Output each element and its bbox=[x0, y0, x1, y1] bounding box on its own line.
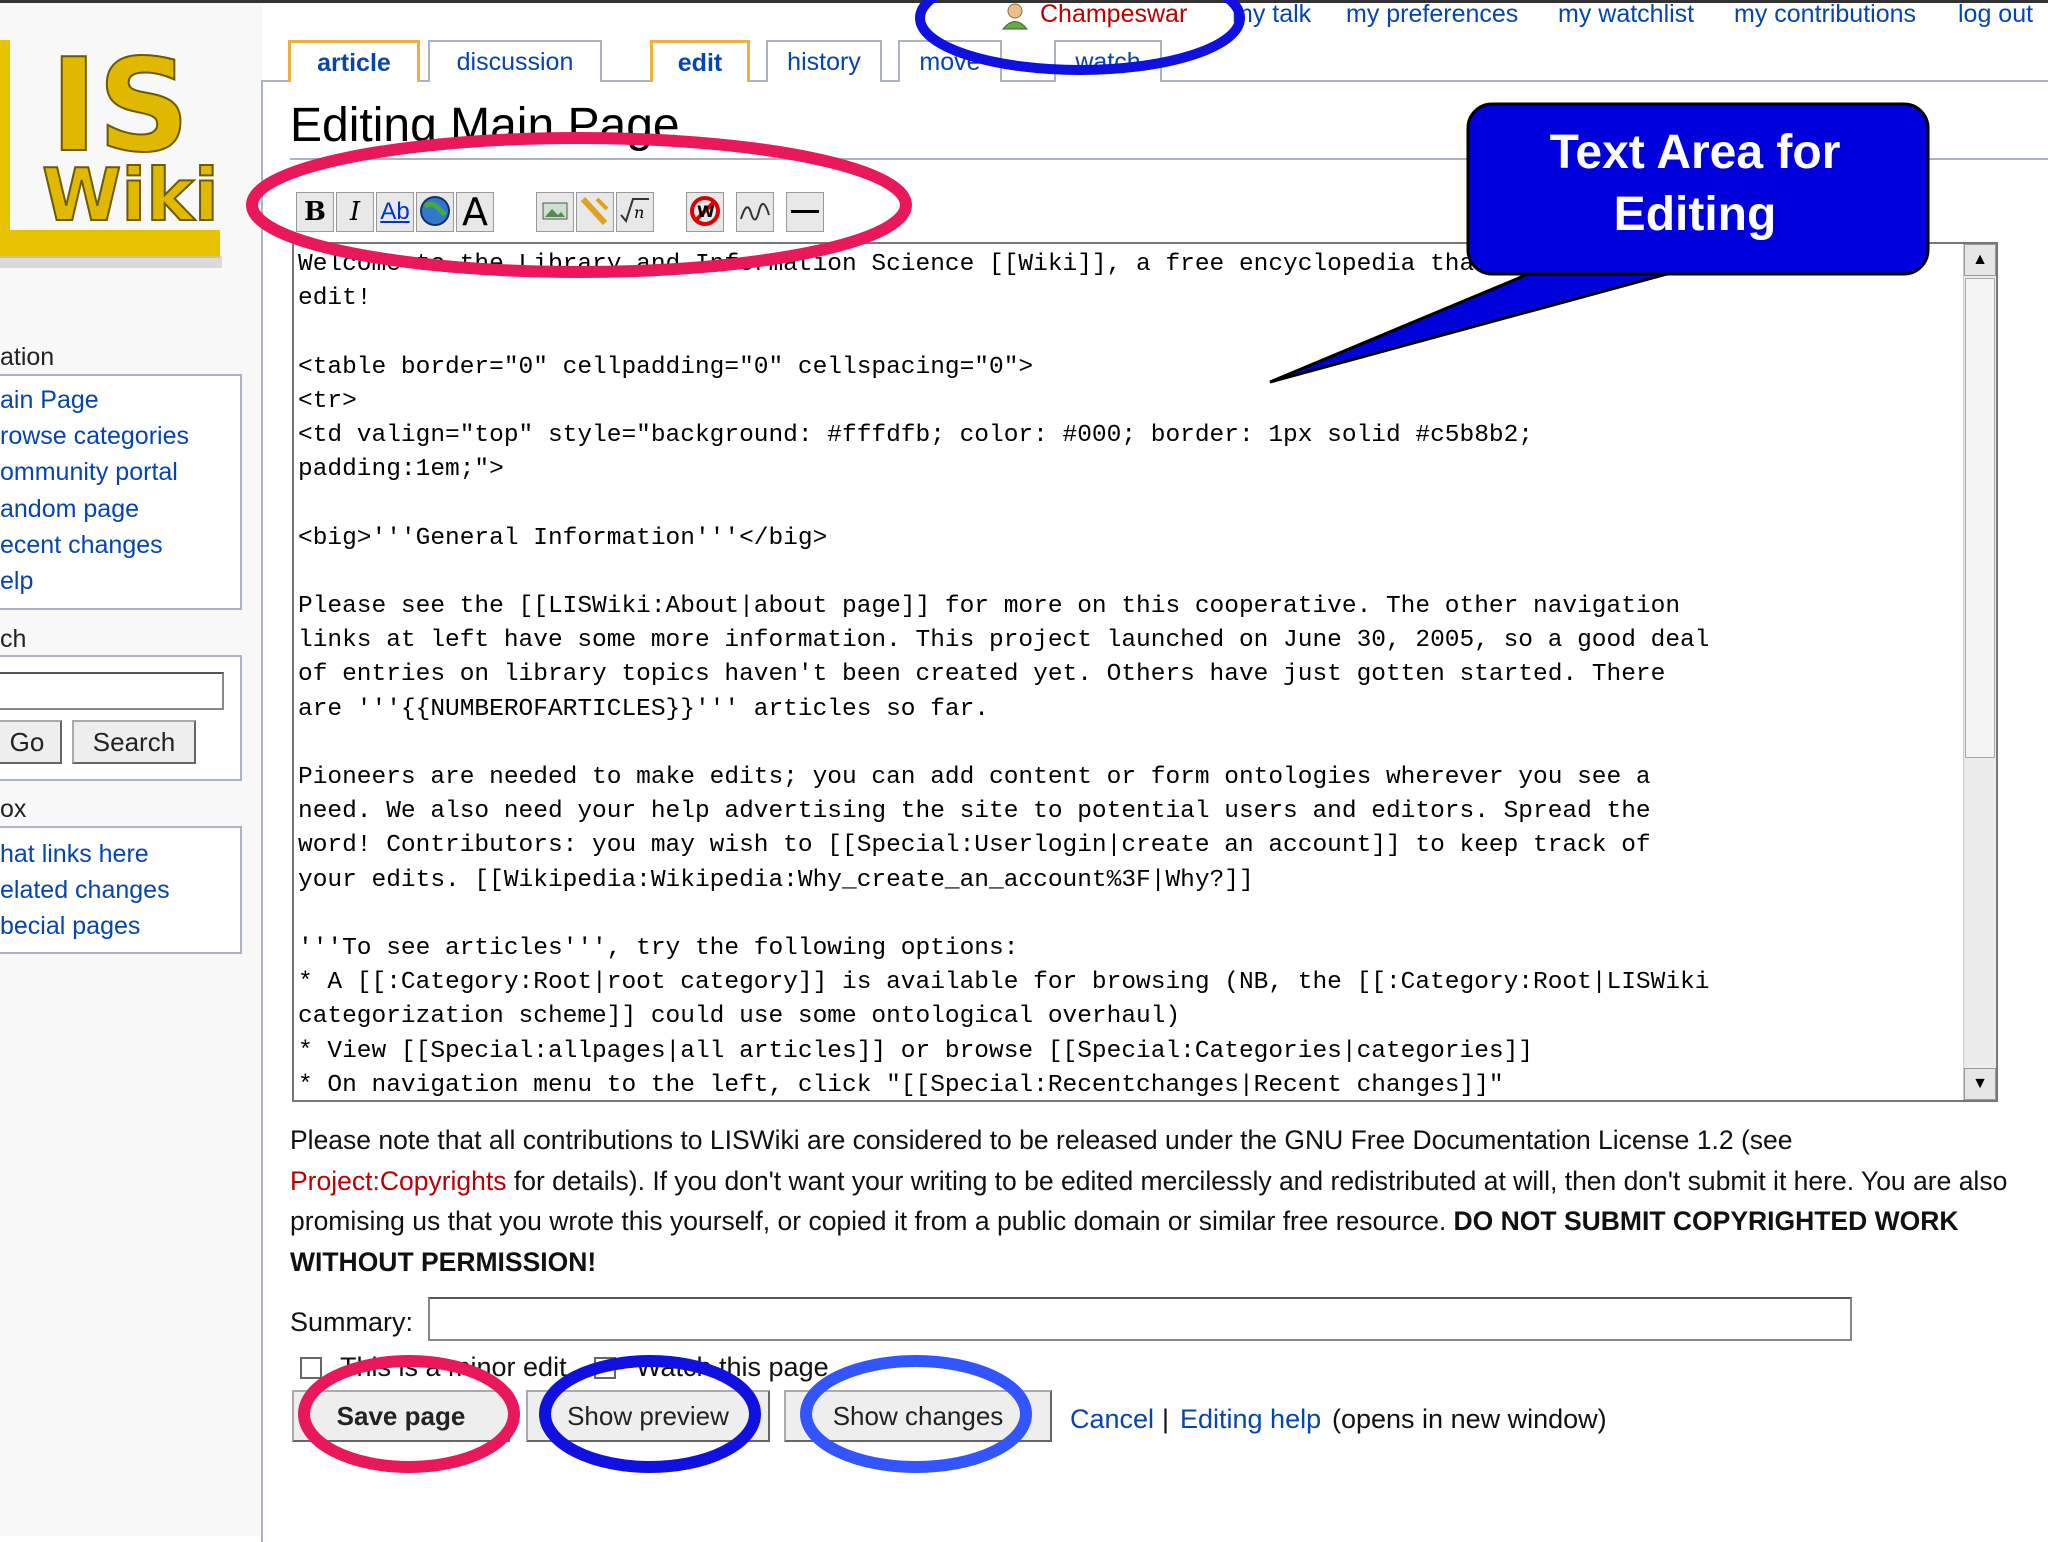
nav-random-page[interactable]: andom page bbox=[0, 495, 139, 524]
page-title: Editing Main Page bbox=[290, 99, 680, 152]
tab-history[interactable]: history bbox=[766, 40, 882, 82]
svg-text:n: n bbox=[634, 203, 644, 222]
show-preview-button[interactable]: Show preview bbox=[526, 1390, 770, 1442]
cancel-link[interactable]: Cancel bbox=[1070, 1404, 1154, 1435]
math-icon: n bbox=[620, 198, 649, 224]
scroll-down-arrow-icon[interactable]: ▼ bbox=[1964, 1068, 1996, 1100]
show-changes-button[interactable]: Show changes bbox=[784, 1390, 1052, 1442]
site-logo[interactable]: IS Wiki bbox=[0, 30, 230, 285]
tab-edit[interactable]: edit bbox=[650, 40, 750, 82]
notice-text-1: Please note that all contributions to LI… bbox=[290, 1125, 1793, 1155]
logo-graphic: IS Wiki bbox=[0, 31, 222, 268]
nav-recent-changes[interactable]: ecent changes bbox=[0, 531, 163, 560]
horizontal-line-button[interactable] bbox=[786, 192, 824, 232]
user-link-username[interactable]: Champeswar bbox=[1040, 0, 1187, 29]
toolbox-heading: ox bbox=[0, 795, 27, 823]
search-heading: ch bbox=[0, 625, 27, 653]
watch-page-checkbox[interactable] bbox=[594, 1357, 616, 1379]
search-button[interactable]: Search bbox=[72, 720, 196, 764]
nav-community-portal[interactable]: ommunity portal bbox=[0, 458, 178, 487]
summary-label: Summary: bbox=[290, 1307, 414, 1337]
user-link-contributions[interactable]: my contributions bbox=[1734, 0, 1916, 29]
watch-page-label: Watch this page bbox=[636, 1352, 829, 1382]
callout-text: Text Area for Editing bbox=[1549, 126, 1841, 241]
bold-button[interactable]: B bbox=[296, 192, 334, 232]
logo-text-wiki: Wiki bbox=[42, 153, 219, 237]
editing-help-note: (opens in new window) bbox=[1332, 1404, 1607, 1434]
globe-icon bbox=[420, 196, 450, 226]
image-button[interactable] bbox=[536, 192, 574, 232]
edit-textarea-content[interactable]: Welcome to the Library and Information S… bbox=[298, 248, 1962, 1100]
nowiki-button[interactable]: W bbox=[686, 192, 724, 232]
media-button[interactable] bbox=[576, 192, 614, 232]
copyright-notice: Please note that all contributions to LI… bbox=[290, 1120, 2010, 1282]
user-link-watchlist[interactable]: my watchlist bbox=[1558, 0, 1694, 29]
editing-help-link[interactable]: Editing help bbox=[1180, 1404, 1321, 1435]
user-link-preferences[interactable]: my preferences bbox=[1346, 0, 1518, 29]
scrollbar-thumb[interactable] bbox=[1965, 278, 1995, 758]
link-separator: | bbox=[1162, 1404, 1170, 1434]
signature-button[interactable] bbox=[736, 192, 774, 232]
horizontal-line-icon bbox=[791, 210, 819, 213]
nav-browse-categories[interactable]: rowse categories bbox=[0, 422, 189, 451]
edit-textarea[interactable]: Welcome to the Library and Information S… bbox=[292, 242, 1998, 1102]
search-input[interactable] bbox=[0, 672, 224, 710]
toolbox-related-changes[interactable]: elated changes bbox=[0, 876, 170, 905]
minor-edit-checkbox[interactable] bbox=[300, 1357, 322, 1379]
external-link-button[interactable] bbox=[416, 192, 454, 232]
media-icon bbox=[580, 196, 609, 226]
scroll-up-arrow-icon[interactable]: ▲ bbox=[1964, 244, 1996, 276]
toolbox-what-links-here[interactable]: hat links here bbox=[0, 840, 149, 869]
nav-main-page[interactable]: ain Page bbox=[0, 386, 99, 415]
headline-button[interactable]: A bbox=[456, 192, 494, 232]
italic-button[interactable]: I bbox=[336, 192, 374, 232]
math-button[interactable]: n bbox=[616, 192, 654, 232]
save-page-button[interactable]: Save page bbox=[292, 1390, 510, 1442]
image-icon bbox=[542, 202, 568, 220]
signature-icon bbox=[740, 203, 770, 221]
copyrights-link[interactable]: Project:Copyrights bbox=[290, 1166, 507, 1196]
nav-help[interactable]: elp bbox=[0, 567, 33, 596]
internal-link-button[interactable]: Ab bbox=[376, 192, 414, 232]
tab-watch[interactable]: watch bbox=[1054, 40, 1162, 82]
user-link-talk[interactable]: my talk bbox=[1232, 0, 1311, 29]
user-icon bbox=[1001, 3, 1029, 30]
user-link-logout[interactable]: log out bbox=[1958, 0, 2033, 29]
go-button[interactable]: Go bbox=[0, 720, 62, 764]
navigation-heading: ation bbox=[0, 343, 55, 371]
tab-move[interactable]: move bbox=[898, 40, 1002, 82]
toolbox-special-pages[interactable]: becial pages bbox=[0, 912, 140, 941]
svg-text:W: W bbox=[697, 202, 715, 221]
tab-article[interactable]: article bbox=[288, 40, 420, 82]
minor-edit-label: This is a minor edit bbox=[340, 1352, 567, 1382]
nowiki-icon: W bbox=[690, 196, 720, 226]
tab-discussion[interactable]: discussion bbox=[428, 40, 602, 82]
summary-input[interactable] bbox=[428, 1297, 1852, 1341]
